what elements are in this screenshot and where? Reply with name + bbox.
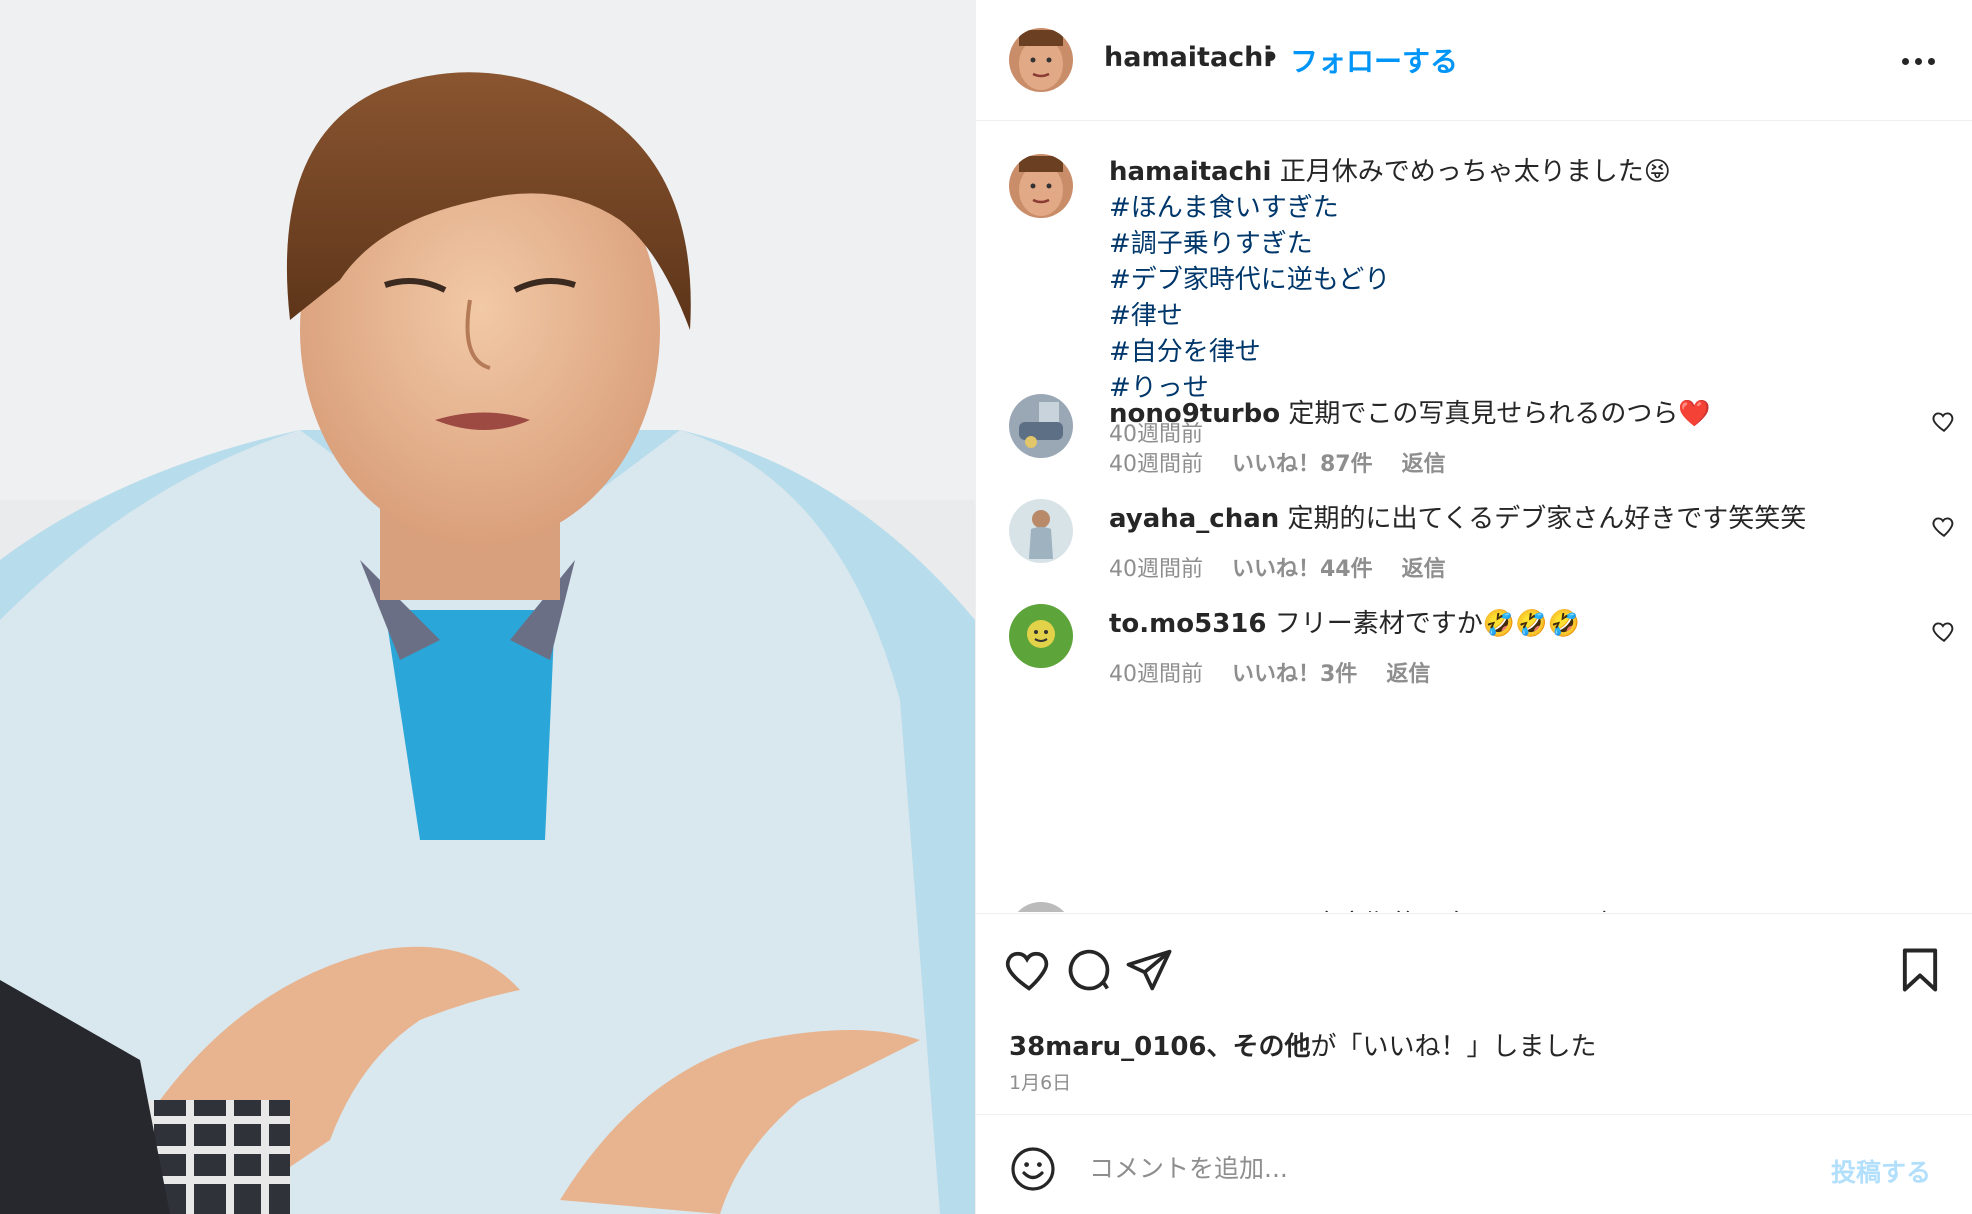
emoji-icon[interactable]: [1009, 1145, 1057, 1193]
post-comment-button[interactable]: 投稿する: [1831, 1153, 1931, 1189]
comment-row: ayaha_chan 定期的に出てくるデブ家さん好きです笑笑笑 40週間前 いい…: [976, 499, 1972, 619]
likes-summary: 38maru_0106、その他が「いいね！」しました: [1009, 1026, 1597, 1063]
comment-row-partial: ok0ss0ss この写真定期的に出てくれるの好きです: [976, 892, 1972, 912]
hashtag[interactable]: #自分を律せ: [1109, 334, 1929, 370]
post-photo-illustration: [0, 0, 975, 1214]
likes-suffix: が「いいね！」しました: [1310, 1032, 1597, 1062]
comment-meta: 40週間前 いいね！3件 返信: [1109, 656, 1452, 688]
comment-time[interactable]: 40週間前: [1109, 557, 1203, 582]
comment-input[interactable]: [1089, 1143, 1789, 1193]
comment-time[interactable]: 40週間前: [1109, 662, 1203, 687]
comment-author[interactable]: nono9turbo: [1109, 399, 1280, 429]
caption-text: hamaitachi 正月休みでめっちゃ太りました😝 #ほんま食いすぎた #調子…: [1109, 154, 1929, 406]
author-avatar[interactable]: [1009, 28, 1073, 92]
commenter-avatar[interactable]: [1009, 499, 1073, 563]
comment-meta: 40週間前 いいね！87件 返信: [1109, 446, 1468, 478]
reply-button[interactable]: 返信: [1386, 662, 1430, 687]
hashtag[interactable]: #デブ家時代に逆もどり: [1109, 262, 1929, 298]
comment-heart-icon[interactable]: [1931, 618, 1957, 644]
post-actions: 38maru_0106、その他が「いいね！」しました 1月6日: [976, 913, 1972, 1113]
comment-row: nono9turbo 定期でこの写真見せられるのつら❤️ 40週間前 いいね！8…: [976, 394, 1972, 514]
comment-heart-icon[interactable]: [1931, 513, 1957, 539]
comment-text: nono9turbo 定期でこの写真見せられるのつら❤️: [1109, 396, 1711, 432]
comment-row: to.mo5316 フリー素材ですか🤣🤣🤣 40週間前 いいね！3件 返信: [976, 604, 1972, 724]
likes-others-link[interactable]: その他: [1233, 1032, 1311, 1062]
comment-author[interactable]: ayaha_chan: [1109, 504, 1279, 534]
post-photo[interactable]: [0, 0, 975, 1214]
caption-author-avatar[interactable]: [1009, 154, 1073, 218]
heart-icon[interactable]: [1003, 944, 1055, 996]
separator-dot: •: [1262, 42, 1280, 73]
commenter-avatar[interactable]: [1009, 394, 1073, 458]
post-panel: hamaitachi • フォローする hamaitachi 正月休みでめっちゃ…: [975, 0, 1972, 1214]
bookmark-icon[interactable]: [1894, 944, 1946, 996]
hashtag[interactable]: #律せ: [1109, 298, 1929, 334]
comment-text: ok0ss0ss この写真定期的に出てくれるの好きです: [1109, 904, 1703, 912]
caption-body: 正月休みでめっちゃ太りました😝: [1279, 157, 1671, 187]
comment-heart-icon[interactable]: [1931, 408, 1957, 434]
follow-button[interactable]: フォローする: [1290, 40, 1458, 80]
comment-likes[interactable]: いいね！44件: [1232, 557, 1373, 582]
caption-author[interactable]: hamaitachi: [1109, 157, 1271, 187]
comment-body: 定期でこの写真見せられるのつら❤️: [1288, 399, 1711, 429]
more-horizontal-icon[interactable]: [1896, 40, 1942, 80]
reply-button[interactable]: 返信: [1402, 452, 1446, 477]
comment-text: ayaha_chan 定期的に出てくるデブ家さん好きです笑笑笑: [1109, 501, 1806, 537]
comments-list[interactable]: hamaitachi 正月休みでめっちゃ太りました😝 #ほんま食いすぎた #調子…: [976, 122, 1972, 912]
comment-body: フリー素材ですか🤣🤣🤣: [1274, 609, 1580, 639]
comment-time[interactable]: 40週間前: [1109, 452, 1203, 477]
comment-likes[interactable]: いいね！87件: [1232, 452, 1373, 477]
send-icon[interactable]: [1123, 944, 1175, 996]
post-header: hamaitachi • フォローする: [976, 0, 1972, 121]
comment-meta: 40週間前 いいね！44件 返信: [1109, 551, 1468, 583]
likes-separator: 、: [1206, 1032, 1233, 1062]
comment-icon[interactable]: [1063, 944, 1115, 996]
comment-author[interactable]: to.mo5316: [1109, 609, 1267, 639]
comment-body: 定期的に出てくるデブ家さん好きです笑笑笑: [1287, 504, 1807, 534]
hashtag[interactable]: #ほんま食いすぎた: [1109, 190, 1929, 226]
author-username[interactable]: hamaitachi: [1104, 42, 1273, 73]
hashtag[interactable]: #調子乗りすぎた: [1109, 226, 1929, 262]
comment-text: to.mo5316 フリー素材ですか🤣🤣🤣: [1109, 606, 1580, 642]
commenter-avatar[interactable]: [1009, 902, 1073, 912]
comment-composer: 投稿する: [976, 1114, 1972, 1214]
post-date[interactable]: 1月6日: [1009, 1068, 1071, 1095]
commenter-avatar[interactable]: [1009, 604, 1073, 668]
comment-likes[interactable]: いいね！3件: [1232, 662, 1357, 687]
liker-username[interactable]: 38maru_0106: [1009, 1032, 1207, 1062]
reply-button[interactable]: 返信: [1402, 557, 1446, 582]
